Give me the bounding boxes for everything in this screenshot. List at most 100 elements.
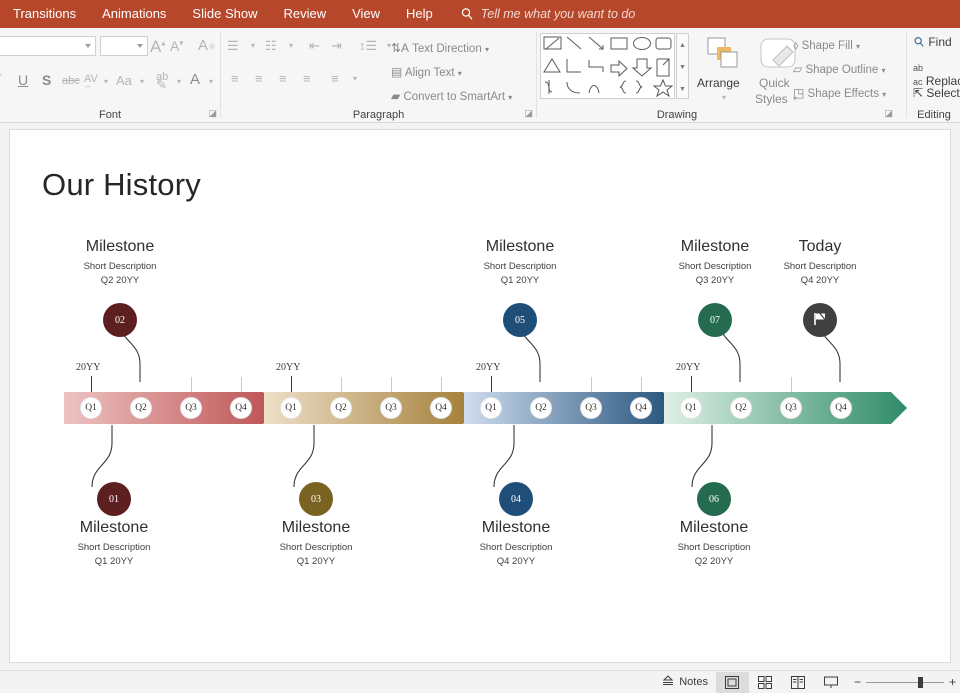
text-shadow-button[interactable]: S <box>42 73 51 87</box>
minor-tick <box>641 377 642 392</box>
justify-button[interactable]: ≡ <box>303 72 311 85</box>
tab-transitions[interactable]: Transitions <box>0 0 89 28</box>
shape-outline-button[interactable]: ▱ Shape Outline ▾ <box>793 62 886 76</box>
drawing-group-label: Drawing <box>656 109 698 121</box>
slide-show-view-button[interactable] <box>815 672 848 693</box>
notes-button[interactable]: Notes <box>654 672 716 693</box>
ribbon-group-font: A▴ A▾ A✧ I U S abc AV↔ ▾ Aa ▾ ab✎ ▾ A ▾ … <box>0 28 220 123</box>
zoom-out-button[interactable]: − <box>854 676 861 688</box>
strikethrough-button[interactable]: abc <box>62 76 80 87</box>
milestone-05-node[interactable]: 05 <box>503 303 537 337</box>
shapes-more-icon[interactable]: ▼ <box>677 78 688 100</box>
tab-slide-show[interactable]: Slide Show <box>179 0 270 28</box>
scroll-up-icon[interactable]: ▲ <box>677 34 688 56</box>
milestone-06-title: Milestone <box>679 519 749 536</box>
chevron-down-icon[interactable]: ▾ <box>140 78 144 86</box>
milestone-04-node[interactable]: 04 <box>499 482 533 516</box>
milestone-01-date: Q1 20YY <box>94 556 134 567</box>
milestone-02-description: Short Description <box>83 261 157 272</box>
milestone-03-number: 03 <box>311 493 321 505</box>
reading-view-button[interactable] <box>782 672 815 693</box>
select-button[interactable]: ⇱ Select <box>913 86 960 100</box>
chevron-down-icon[interactable]: ▾ <box>251 42 255 50</box>
normal-view-button[interactable] <box>715 671 749 693</box>
milestone-today-node[interactable] <box>803 303 837 337</box>
zoom-slider[interactable] <box>865 676 944 688</box>
tab-review[interactable]: Review <box>270 0 339 28</box>
milestone-01-description: Short Description <box>77 542 151 553</box>
decrease-indent-button[interactable]: ⇤ <box>309 39 320 52</box>
paragraph-dialog-launcher-icon[interactable]: ◪ <box>524 108 533 119</box>
milestone-04-date: Q4 20YY <box>496 556 536 567</box>
clear-formatting-icon[interactable]: A✧ <box>198 38 216 53</box>
zoom-in-button[interactable]: + <box>949 676 956 688</box>
shapes-gallery[interactable] <box>540 33 675 99</box>
slide-sorter-view-button[interactable] <box>749 672 782 693</box>
minor-tick <box>591 377 592 392</box>
shape-effects-button[interactable]: ◳ Shape Effects ▾ <box>793 86 886 100</box>
chevron-down-icon: ▾ <box>484 45 489 54</box>
quick-styles-button-line2[interactable]: Styles <box>755 92 788 106</box>
arrange-icon <box>705 36 745 72</box>
milestone-03-node[interactable]: 03 <box>299 482 333 516</box>
text-direction-icon: ⇅A <box>391 41 410 55</box>
chevron-down-icon[interactable]: ▾ <box>177 78 181 86</box>
align-center-button[interactable]: ≡ <box>255 72 263 85</box>
chevron-down-icon[interactable]: ▾ <box>353 75 357 83</box>
text-highlight-button[interactable]: ab ✎ <box>156 72 168 92</box>
quick-styles-button[interactable]: Quick <box>759 76 790 90</box>
tab-animations[interactable]: Animations <box>89 0 179 28</box>
slide-canvas[interactable]: Our History Q1 Q2 Q3 Q4 Q1 Q2 Q3 Q4 Q1 Q… <box>9 129 951 663</box>
character-spacing-button[interactable]: AV ↔ <box>84 74 98 90</box>
chevron-down-icon[interactable]: ▾ <box>289 42 293 50</box>
increase-indent-button[interactable]: ⇥ <box>331 39 342 52</box>
find-button[interactable]: Find <box>913 35 952 49</box>
tell-me-search[interactable]: Tell me what you want to do <box>460 7 635 21</box>
chevron-down-icon <box>137 44 143 48</box>
font-group-label: Font <box>98 109 121 121</box>
quarter-label: Q3 <box>180 397 202 419</box>
text-direction-button[interactable]: ⇅A Text Direction ▾ <box>391 41 489 55</box>
zoom-control[interactable]: − + <box>854 676 956 688</box>
shape-fill-button[interactable]: ⬨ Shape Fill ▾ <box>793 38 860 53</box>
shapes-gallery-scrollbar[interactable]: ▲ ▼ ▼ <box>676 33 689 99</box>
arrange-button[interactable]: Arrange <box>697 76 740 90</box>
milestone-02-node[interactable]: 02 <box>103 303 137 337</box>
font-name-combo[interactable] <box>0 36 96 56</box>
align-text-button[interactable]: ▤ Align Text ▾ <box>391 65 462 79</box>
convert-to-smartart-button[interactable]: ▰ Convert to SmartArt ▾ <box>391 89 512 103</box>
scroll-down-icon[interactable]: ▼ <box>677 56 688 78</box>
zoom-slider-thumb[interactable] <box>917 676 923 688</box>
align-right-button[interactable]: ≡ <box>279 72 287 85</box>
line-spacing-button[interactable]: ↕☰ <box>359 39 377 52</box>
underline-button[interactable]: U <box>18 73 28 87</box>
chevron-down-icon[interactable]: ▾ <box>209 78 213 86</box>
font-size-combo[interactable] <box>100 36 148 56</box>
milestone-06-date: Q2 20YY <box>694 556 734 567</box>
tab-help[interactable]: Help <box>393 0 446 28</box>
change-case-button[interactable]: Aa <box>116 74 132 87</box>
chevron-down-icon <box>85 44 91 48</box>
bullets-button[interactable]: ☰ <box>227 39 239 52</box>
replace-button[interactable]: abac Replace <box>913 60 960 88</box>
quarter-label: Q3 <box>780 397 802 419</box>
columns-button[interactable]: ≡ <box>331 72 339 85</box>
milestone-07-node[interactable]: 07 <box>698 303 732 337</box>
numbering-button[interactable]: ☷ <box>265 39 277 52</box>
shrink-font-button[interactable]: A▾ <box>170 39 183 53</box>
connector-line <box>292 425 324 487</box>
chevron-down-icon[interactable]: ▾ <box>104 78 108 86</box>
year-label: 20YY <box>276 362 301 373</box>
font-color-button[interactable]: A <box>190 72 200 87</box>
tab-view[interactable]: View <box>339 0 393 28</box>
drawing-dialog-launcher-icon[interactable]: ◪ <box>884 108 893 119</box>
italic-button[interactable]: I <box>0 73 1 88</box>
milestone-01-node[interactable]: 01 <box>97 482 131 516</box>
quarter-label: Q1 <box>480 397 502 419</box>
grow-font-button[interactable]: A▴ <box>150 38 165 55</box>
chevron-down-icon: ▾ <box>881 66 886 75</box>
align-left-button[interactable]: ≡ <box>231 72 239 85</box>
chevron-down-icon[interactable]: ▾ <box>722 94 726 102</box>
milestone-06-node[interactable]: 06 <box>697 482 731 516</box>
font-dialog-launcher-icon[interactable]: ◪ <box>208 108 217 119</box>
